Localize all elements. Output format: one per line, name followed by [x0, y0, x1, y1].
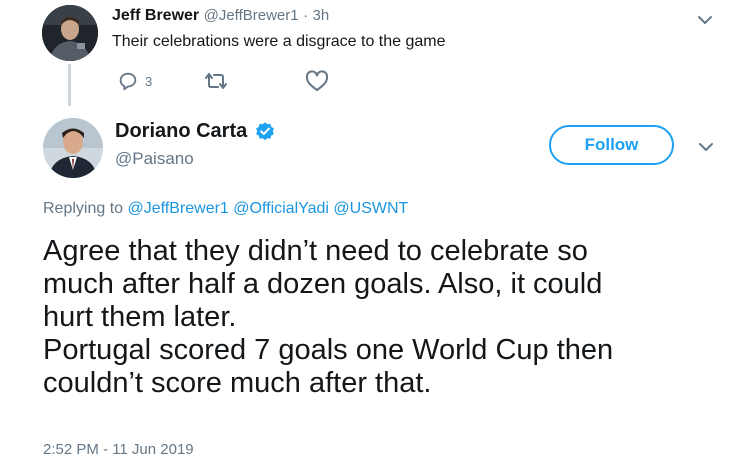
like-icon — [305, 70, 329, 91]
mention-link[interactable]: @OfficialYadi — [233, 200, 329, 217]
reply-icon — [119, 72, 137, 91]
parent-tweet-time[interactable]: 3h — [313, 7, 330, 24]
chevron-down-icon — [699, 143, 713, 151]
like-action[interactable] — [305, 70, 329, 92]
parent-author-handle[interactable]: @JeffBrewer1 — [204, 7, 299, 24]
mention-link[interactable]: @JeffBrewer1 — [128, 200, 229, 217]
reply-count: 3 — [145, 73, 153, 89]
parent-tweet-text: Their celebrations were a disgrace to th… — [112, 33, 446, 50]
parent-more-menu[interactable] — [693, 8, 717, 32]
verified-badge-icon — [256, 121, 275, 140]
tweet-text-line: hurt them later. — [43, 301, 237, 333]
reply-tweet-text: Agree that they didn’t need to celebrate… — [43, 235, 723, 400]
tweet-text-line: much after half a dozen goals. Also, it … — [43, 268, 603, 300]
parent-meta-separator: · — [303, 7, 309, 24]
follow-button[interactable]: Follow — [549, 125, 674, 165]
mention-link[interactable]: @USWNT — [333, 200, 408, 217]
chevron-down-icon — [698, 16, 712, 24]
retweet-action[interactable] — [203, 70, 229, 92]
avatar-image — [43, 118, 103, 178]
avatar-jeff-brewer[interactable] — [42, 5, 98, 61]
parent-tweet-header: Jeff Brewer @JeffBrewer1 · 3h — [112, 7, 329, 25]
tweet-timestamp[interactable]: 2:52 PM - 11 Jun 2019 — [43, 441, 194, 458]
reply-author-name[interactable]: Doriano Carta — [115, 120, 247, 143]
tweet-text-line: couldn’t score much after that. — [43, 367, 432, 399]
reply-author-name-row: Doriano Carta — [115, 120, 276, 143]
replying-to-line: Replying to @JeffBrewer1 @OfficialYadi @… — [43, 200, 408, 218]
reply-author-handle[interactable]: @Paisano — [115, 149, 194, 169]
retweet-icon — [205, 73, 227, 89]
replying-to-prefix: Replying to — [43, 200, 124, 217]
reply-more-menu[interactable] — [694, 135, 718, 159]
avatar-image — [42, 5, 98, 61]
avatar-doriano-carta[interactable] — [43, 118, 103, 178]
thread-connector-line — [68, 64, 71, 106]
tweet-text-line: Portugal scored 7 goals one World Cup th… — [43, 334, 614, 366]
reply-action[interactable]: 3 — [117, 70, 152, 92]
tweet-text-line: Agree that they didn’t need to celebrate… — [43, 235, 588, 267]
parent-author-name[interactable]: Jeff Brewer — [112, 7, 199, 24]
